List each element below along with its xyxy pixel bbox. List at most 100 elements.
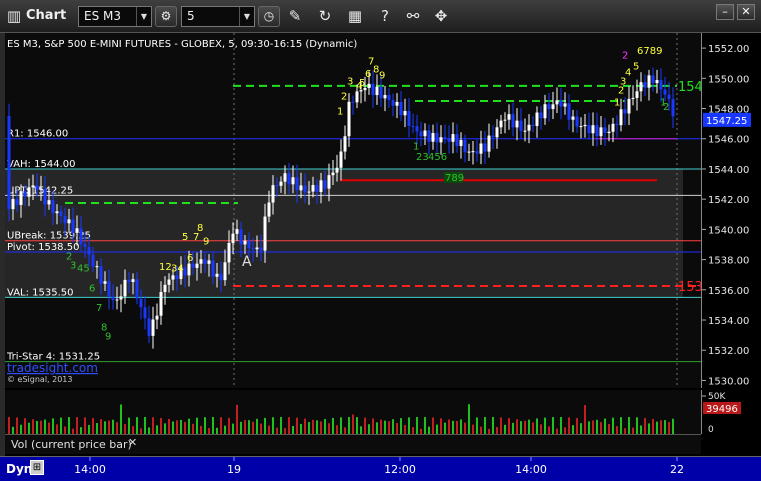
volume-bar: [364, 417, 366, 434]
volume-chart: [8, 404, 674, 434]
candle-body: [207, 260, 211, 264]
volume-bar: [24, 418, 26, 434]
candle-body: [143, 307, 147, 319]
setup-count-label: 3: [347, 76, 353, 87]
candle-body: [19, 191, 23, 205]
watermark-link[interactable]: tradesight.com: [7, 361, 98, 375]
refresh-icon[interactable]: ↻: [314, 6, 336, 26]
candle-body: [667, 94, 671, 100]
candle-body: [239, 229, 243, 245]
price-chart-panel[interactable]: R1: 1546.00 VAH: 1544.00 UPT: 1542.25 UBrea…: [5, 33, 701, 388]
volume-bar: [164, 423, 166, 434]
volume-bar: [100, 419, 102, 434]
candle-body: [515, 120, 519, 128]
candle-body: [75, 228, 79, 233]
volume-bar: [56, 424, 58, 434]
candle-body: [339, 151, 343, 168]
setup-count-label: 5: [182, 232, 188, 243]
symbol-dropdown-icon[interactable]: ▼: [136, 7, 151, 26]
candle-body: [195, 263, 199, 268]
candle-body: [407, 111, 411, 127]
volume-bar: [16, 417, 18, 434]
candle-body: [87, 246, 91, 255]
volume-bar: [380, 419, 382, 434]
volume-bar: [344, 427, 346, 434]
volume-bar: [280, 417, 282, 434]
close-icon[interactable]: ✕: [737, 4, 755, 20]
candle-body: [507, 114, 511, 120]
candle-body: [71, 219, 75, 233]
volume-bar: [76, 417, 78, 434]
candle-body: [535, 112, 539, 126]
volume-bar: [36, 421, 38, 434]
candle-body: [259, 247, 263, 251]
interval-input[interactable]: 5 ▼: [181, 6, 255, 27]
candle-body: [623, 109, 627, 114]
minimize-icon[interactable]: –: [716, 4, 734, 20]
candle-body: [275, 185, 279, 187]
price-axis[interactable]: 1552.00 1550.00 1548.00 1546.00 1544.00 1542.…: [701, 33, 761, 388]
time-tick: 14:00: [74, 463, 106, 476]
volume-bar: [232, 423, 234, 434]
setup-count-label: 5: [633, 61, 639, 72]
price-chart[interactable]: R1: 1546.00VAH: 1544.00UPT: 1542.25UBrea…: [5, 33, 701, 388]
interval-dropdown-icon[interactable]: ▼: [239, 7, 254, 26]
candle-body: [559, 100, 563, 107]
volume-bar: [440, 418, 442, 434]
candle-body: [343, 136, 347, 152]
time-tick: 22: [670, 463, 684, 476]
link-icon[interactable]: ⚯: [402, 6, 424, 26]
volume-panel[interactable]: [5, 390, 701, 434]
volume-bar: [644, 417, 646, 434]
candle-body: [503, 119, 507, 121]
clock-icon[interactable]: ◷: [258, 6, 280, 27]
candle-body: [319, 180, 323, 193]
volume-bar: [320, 421, 322, 434]
time-tick: 12:00: [384, 463, 416, 476]
time-axis[interactable]: Dyn ⊞ 14:00 19 12:00 14:00 22: [0, 456, 761, 481]
candle-body: [551, 104, 555, 109]
candle-body: [287, 173, 291, 185]
volume-bar: [572, 425, 574, 434]
candle-body: [247, 240, 251, 249]
candle-body: [95, 266, 99, 268]
close-study-icon[interactable]: ✕: [128, 436, 137, 449]
candle-body: [459, 139, 463, 147]
candle-body: [147, 318, 151, 336]
volume-bar: [220, 417, 222, 434]
candle-body: [543, 104, 547, 119]
volume-bar: [44, 419, 46, 434]
volume-bar: [304, 418, 306, 434]
candle-body: [479, 143, 483, 154]
candle-body: [91, 254, 95, 267]
volume-bar: [628, 417, 630, 434]
candle-body: [55, 211, 59, 214]
volume-bar: [504, 424, 506, 434]
candle-body: [391, 100, 395, 106]
candle-body: [39, 188, 43, 190]
study-icon[interactable]: ▦: [344, 6, 366, 26]
candle-body: [303, 185, 307, 193]
chart-header: ES M3, S&P 500 E-MINI FUTURES - GLOBEX, …: [7, 39, 357, 50]
help-icon[interactable]: ?: [374, 6, 396, 26]
pencil-icon[interactable]: ✎: [284, 6, 306, 26]
volume-bar: [372, 418, 374, 434]
app-title: Chart: [26, 8, 67, 23]
volume-bar: [120, 404, 122, 434]
volume-bar: [668, 421, 670, 434]
symbol-input[interactable]: ES M3 ▼: [78, 6, 152, 27]
setup-count-label: 9: [379, 70, 385, 81]
tools-icon[interactable]: ✥: [430, 6, 452, 26]
candle-body: [223, 262, 227, 281]
volume-bar: [128, 417, 130, 434]
candle-body: [367, 83, 371, 89]
volume-bar: [540, 424, 542, 434]
volume-bar: [92, 418, 94, 434]
candle-body: [159, 291, 163, 316]
settings-icon[interactable]: ⚙: [155, 6, 177, 27]
candle-body: [387, 94, 391, 101]
volume-bar: [568, 417, 570, 434]
volume-bar: [28, 422, 30, 434]
volume-bar: [176, 420, 178, 434]
volume-bar: [640, 425, 642, 434]
